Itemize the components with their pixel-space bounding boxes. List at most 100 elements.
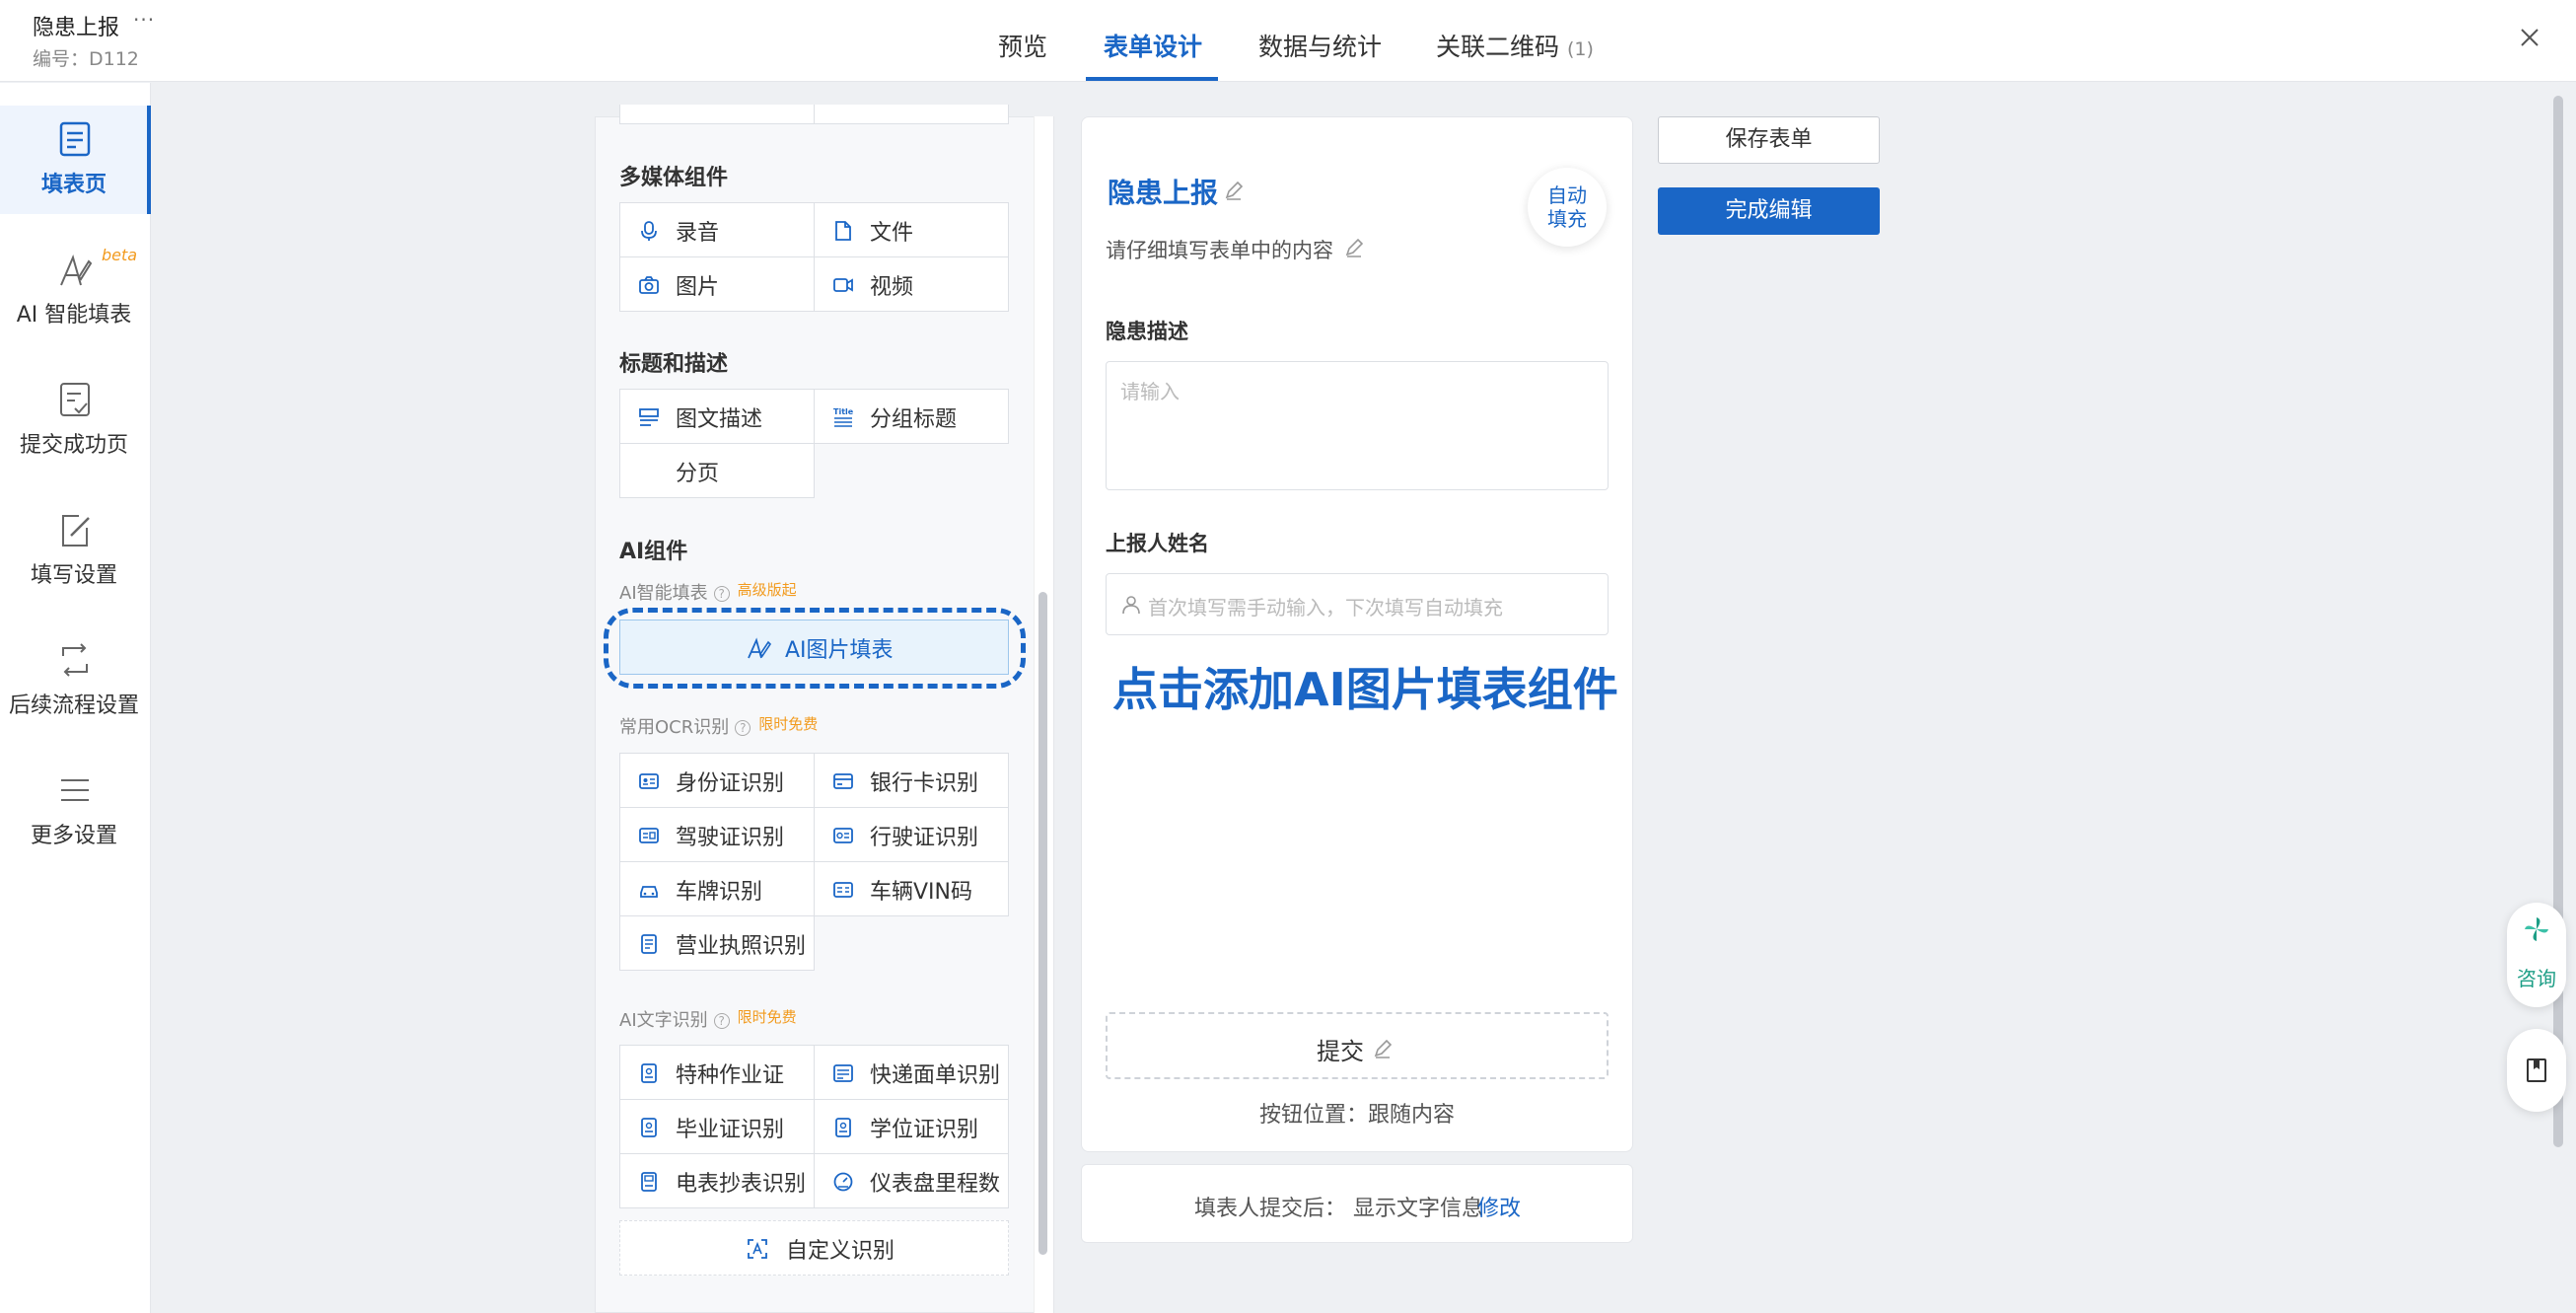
component-label: 图片 <box>676 275 720 300</box>
tab-data-stats[interactable]: 数据与统计 <box>1258 28 1382 63</box>
tab-form-design[interactable]: 表单设计 <box>1104 28 1202 63</box>
component-label: 录音 <box>676 221 720 246</box>
edit-settings-icon <box>62 515 90 547</box>
component-image[interactable]: 图片 <box>619 256 815 312</box>
vehicle-license-icon <box>833 828 853 843</box>
component-file[interactable]: 文件 <box>814 202 1009 257</box>
workflow-icon <box>62 643 88 677</box>
sidebar-item-more-settings[interactable]: 更多设置 <box>0 757 151 865</box>
sidebar-item-label: 填表页 <box>40 173 107 197</box>
camera-icon <box>639 276 659 294</box>
sidebar-item-workflow[interactable]: 后续流程设置 <box>0 626 151 735</box>
modify-link[interactable]: 修改 <box>1477 1191 1521 1222</box>
certificate-icon <box>641 1118 657 1137</box>
sidebar-item-fill-settings[interactable]: 填写设置 <box>0 496 151 605</box>
component-bank-card-ocr[interactable]: 银行卡识别 <box>814 753 1009 808</box>
sidebar-item-label: 后续流程设置 <box>8 693 139 718</box>
component-business-license-ocr[interactable]: 营业执照识别 <box>619 915 815 971</box>
tab-qrcode[interactable]: 关联二维码 (1) <box>1436 28 1594 63</box>
waybill-icon <box>833 1064 853 1082</box>
submit-button[interactable]: 提交 <box>1106 1012 1609 1079</box>
component-label: 文件 <box>870 221 914 246</box>
component-group-title[interactable]: Title 分组标题 <box>814 389 1009 444</box>
component-audio[interactable]: 录音 <box>619 202 815 257</box>
ai-fill-icon <box>60 255 93 286</box>
component-label: 自定义识别 <box>786 1239 895 1264</box>
ai-smart-fill-text: AI智能填表 <box>619 583 708 604</box>
component-label: 身份证识别 <box>676 771 785 796</box>
help-icon[interactable]: ? <box>713 1013 730 1029</box>
component-graduation-cert[interactable]: 毕业证识别 <box>619 1099 815 1154</box>
top-header: 隐患上报 ··· 编号：D112 预览 表单设计 数据与统计 关联二维码 (1) <box>0 0 2576 82</box>
component-label: 驾驶证识别 <box>676 826 785 850</box>
tab-bar: 预览 表单设计 数据与统计 关联二维码 (1) <box>0 0 2576 82</box>
certificate-icon <box>641 1063 657 1083</box>
video-icon <box>833 278 853 292</box>
save-form-button[interactable]: 保存表单 <box>1658 116 1880 164</box>
section-title-ai: AI组件 <box>619 540 688 564</box>
section-title-multimedia: 多媒体组件 <box>619 166 729 190</box>
section-title-heading: 标题和描述 <box>619 352 729 377</box>
menu-icon <box>61 779 89 801</box>
component-label: 车牌识别 <box>676 880 763 905</box>
beta-badge: beta <box>102 246 138 264</box>
sidebar-item-label: 填写设置 <box>30 563 117 588</box>
component-rich-description[interactable]: 图文描述 <box>619 389 815 444</box>
component-meter-reading[interactable]: 电表抄表识别 <box>619 1153 815 1208</box>
sidebar-item-label: 提交成功页 <box>19 433 128 458</box>
tab-qrcode-count: (1) <box>1566 38 1594 60</box>
book-icon <box>2527 1058 2546 1082</box>
gauge-icon <box>833 1172 853 1192</box>
button-position-setting[interactable]: 按钮位置：跟随内容 <box>1081 1097 1633 1129</box>
title-icon: Title <box>833 407 854 427</box>
sidebar-item-form-page[interactable]: 填表页 <box>0 106 151 214</box>
cutoff-cell <box>814 105 1009 124</box>
component-video[interactable]: 视频 <box>814 256 1009 312</box>
component-panel-scroll-thumb[interactable] <box>1038 592 1047 1255</box>
finish-edit-button[interactable]: 完成编辑 <box>1658 187 1880 235</box>
microphone-icon <box>641 221 657 241</box>
help-icon[interactable]: ? <box>713 586 730 602</box>
auto-fill-label: 自动填充 <box>1547 183 1587 231</box>
component-label: 图文描述 <box>676 407 763 432</box>
pencil-icon[interactable] <box>1372 1038 1394 1059</box>
auto-fill-button[interactable]: 自动填充 <box>1528 168 1607 247</box>
close-icon[interactable] <box>2516 24 2543 51</box>
electric-meter-icon <box>641 1172 657 1192</box>
id-card-icon <box>639 773 659 789</box>
consult-button[interactable]: 咨询 <box>2507 903 2566 1007</box>
component-label: 电表抄表识别 <box>676 1172 807 1197</box>
premium-tag: 高级版起 <box>737 581 797 599</box>
component-label: 车辆VIN码 <box>870 880 972 905</box>
component-driver-license-ocr[interactable]: 驾驶证识别 <box>619 807 815 862</box>
component-degree-cert[interactable]: 学位证识别 <box>814 1099 1009 1154</box>
reporter-name-input[interactable]: 首次填写需手动输入，下次填写自动填充 <box>1106 573 1609 635</box>
help-icon[interactable]: ? <box>735 720 751 736</box>
component-page-break[interactable]: 分页 <box>619 443 815 498</box>
form-title[interactable]: 隐患上报 <box>1108 172 1218 211</box>
hazard-description-textarea[interactable]: 请输入 <box>1106 361 1609 490</box>
component-vin-ocr[interactable]: 车辆VIN码 <box>814 861 1009 916</box>
sidebar-item-label: 更多设置 <box>30 824 117 848</box>
consult-label: 咨询 <box>2517 967 2556 990</box>
manual-button[interactable] <box>2507 1029 2566 1112</box>
field-label-reporter-name: 上报人姓名 <box>1106 532 1209 555</box>
sidebar-item-ai-fill[interactable]: beta AI 智能填表 <box>0 236 151 344</box>
pencil-icon[interactable] <box>1223 180 1245 201</box>
component-vehicle-license-ocr[interactable]: 行驶证识别 <box>814 807 1009 862</box>
component-odometer[interactable]: 仪表盘里程数 <box>814 1153 1009 1208</box>
pencil-icon[interactable] <box>1343 237 1365 258</box>
component-label: 仪表盘里程数 <box>870 1172 1001 1197</box>
component-custom-recognition[interactable]: 自定义识别 <box>619 1220 1009 1276</box>
pinwheel-icon <box>2525 917 2548 941</box>
form-page-icon <box>59 121 91 157</box>
component-label: 毕业证识别 <box>676 1118 785 1142</box>
sidebar-item-submit-success[interactable]: 提交成功页 <box>0 366 151 474</box>
component-express-waybill[interactable]: 快递面单识别 <box>814 1045 1009 1100</box>
ocr-label: 常用OCR识别? 限时免费 <box>619 713 818 739</box>
form-description[interactable]: 请仔细填写表单中的内容 <box>1106 235 1333 264</box>
component-plate-ocr[interactable]: 车牌识别 <box>619 861 815 916</box>
component-special-operation-cert[interactable]: 特种作业证 <box>619 1045 815 1100</box>
tab-preview[interactable]: 预览 <box>998 28 1047 63</box>
component-id-card-ocr[interactable]: 身份证识别 <box>619 753 815 808</box>
